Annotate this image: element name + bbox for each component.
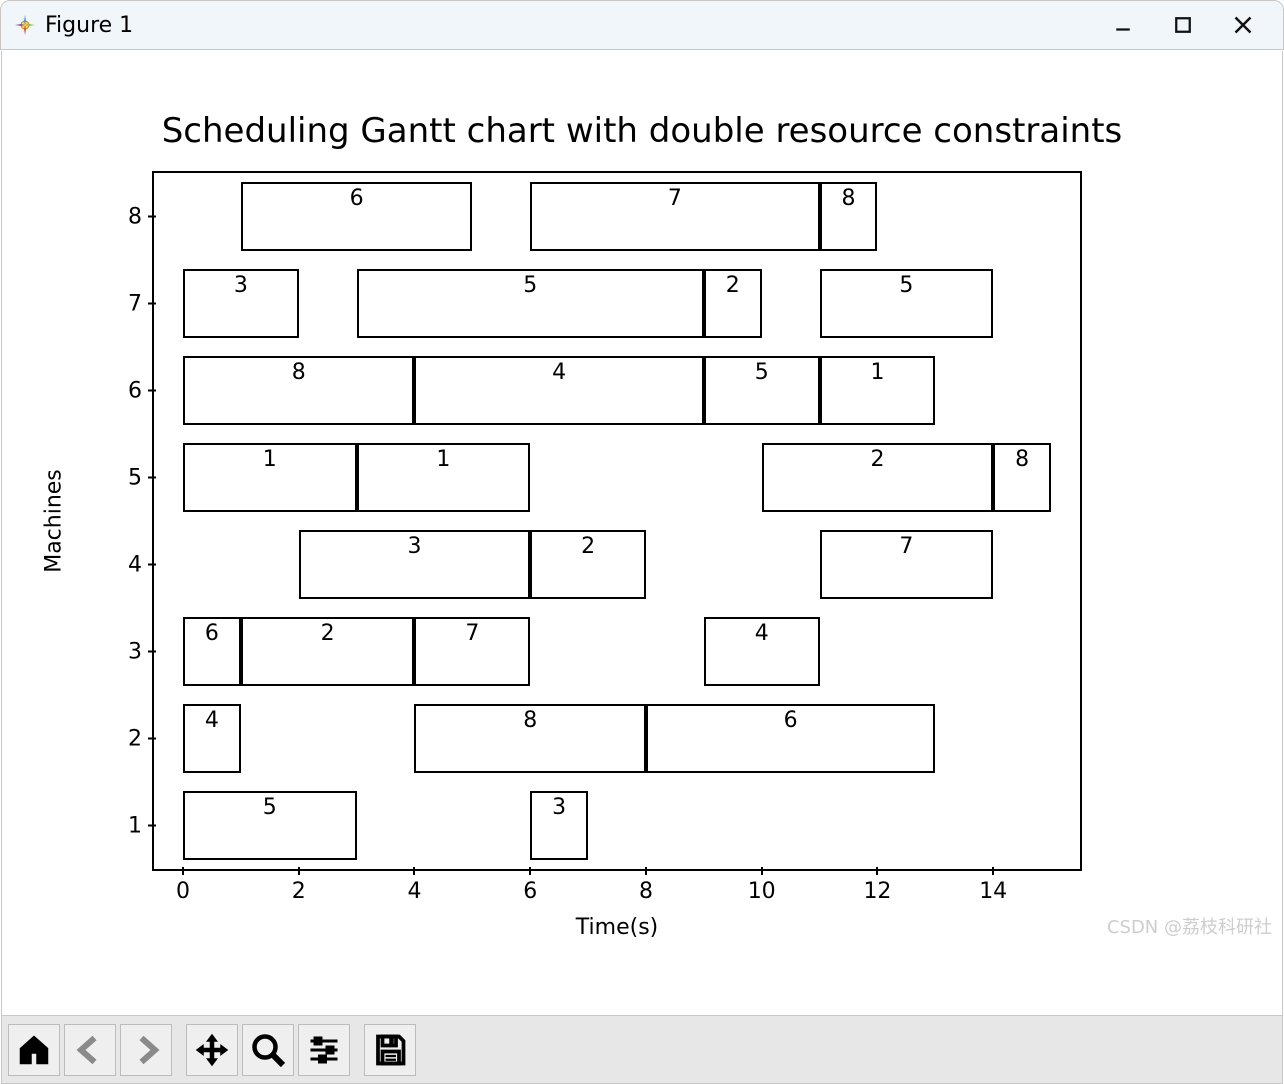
x-tick: 4 xyxy=(407,879,421,904)
y-tick: 7 xyxy=(128,291,154,316)
pan-button[interactable] xyxy=(186,1024,238,1076)
gantt-task-label: 4 xyxy=(552,360,566,385)
gantt-task: 8 xyxy=(414,704,646,774)
gantt-task-label: 3 xyxy=(407,534,421,559)
gantt-task: 1 xyxy=(183,443,357,513)
gantt-task: 1 xyxy=(820,356,936,426)
gantt-task: 4 xyxy=(414,356,703,426)
watermark: CSDN @荔枝科研社 xyxy=(1107,913,1272,939)
gantt-task-label: 1 xyxy=(870,360,884,385)
gantt-task: 7 xyxy=(530,182,819,252)
nav-toolbar xyxy=(1,1015,1283,1084)
gantt-task: 4 xyxy=(704,617,820,687)
x-tick: 0 xyxy=(176,879,190,904)
x-tick: 12 xyxy=(863,879,891,904)
y-tick: 4 xyxy=(128,552,154,577)
gantt-task-label: 2 xyxy=(321,621,335,646)
home-button[interactable] xyxy=(8,1024,60,1076)
gantt-task: 5 xyxy=(357,269,704,339)
gantt-task-label: 4 xyxy=(205,708,219,733)
y-tick: 5 xyxy=(128,465,154,490)
gantt-task: 8 xyxy=(993,443,1051,513)
gantt-task: 2 xyxy=(530,530,646,600)
gantt-task-label: 2 xyxy=(726,273,740,298)
y-tick: 3 xyxy=(128,639,154,664)
gantt-task-label: 2 xyxy=(581,534,595,559)
window-controls xyxy=(1093,1,1273,49)
gantt-task-label: 5 xyxy=(899,273,913,298)
x-tick: 2 xyxy=(292,879,306,904)
gantt-task: 2 xyxy=(762,443,994,513)
gantt-task-label: 3 xyxy=(234,273,248,298)
x-tick: 8 xyxy=(639,879,653,904)
y-tick: 2 xyxy=(128,726,154,751)
gantt-task: 3 xyxy=(530,791,588,861)
gantt-task: 6 xyxy=(646,704,935,774)
x-tick: 14 xyxy=(979,879,1007,904)
gantt-task: 8 xyxy=(183,356,415,426)
gantt-task: 5 xyxy=(704,356,820,426)
gantt-task: 7 xyxy=(820,530,994,600)
gantt-task-label: 8 xyxy=(292,360,306,385)
window-title: Figure 1 xyxy=(45,13,133,38)
figure-canvas[interactable]: Scheduling Gantt chart with double resou… xyxy=(1,51,1283,1015)
gantt-task: 3 xyxy=(183,269,299,339)
gantt-task: 6 xyxy=(183,617,241,687)
y-tick: 8 xyxy=(128,204,154,229)
back-button[interactable] xyxy=(64,1024,116,1076)
gantt-task-label: 1 xyxy=(436,447,450,472)
gantt-task-label: 2 xyxy=(870,447,884,472)
forward-button[interactable] xyxy=(120,1024,172,1076)
gantt-task: 1 xyxy=(357,443,531,513)
gantt-task: 2 xyxy=(704,269,762,339)
window-titlebar: Figure 1 xyxy=(0,0,1284,50)
gantt-task: 7 xyxy=(414,617,530,687)
minimize-button[interactable] xyxy=(1093,1,1153,49)
gantt-task-label: 8 xyxy=(523,708,537,733)
close-button[interactable] xyxy=(1213,1,1273,49)
y-tick: 1 xyxy=(128,813,154,838)
y-axis-label: Machines xyxy=(42,469,67,573)
gantt-task-label: 8 xyxy=(1015,447,1029,472)
configure-subplots-button[interactable] xyxy=(298,1024,350,1076)
zoom-button[interactable] xyxy=(242,1024,294,1076)
gantt-task: 3 xyxy=(299,530,531,600)
gantt-task-label: 5 xyxy=(755,360,769,385)
axes: Machines Time(s) 02468101214123456785348… xyxy=(152,171,1082,871)
gantt-task: 5 xyxy=(183,791,357,861)
gantt-task: 4 xyxy=(183,704,241,774)
gantt-task-label: 7 xyxy=(465,621,479,646)
gantt-task-label: 6 xyxy=(784,708,798,733)
gantt-task-label: 3 xyxy=(552,795,566,820)
gantt-task: 5 xyxy=(820,269,994,339)
gantt-task-label: 7 xyxy=(899,534,913,559)
gantt-task: 6 xyxy=(241,182,473,252)
gantt-task-label: 1 xyxy=(263,447,277,472)
x-tick: 6 xyxy=(523,879,537,904)
gantt-task-label: 6 xyxy=(205,621,219,646)
chart-title: Scheduling Gantt chart with double resou… xyxy=(2,111,1282,151)
x-tick: 10 xyxy=(748,879,776,904)
app-icon xyxy=(15,15,35,35)
gantt-task: 8 xyxy=(820,182,878,252)
gantt-task: 2 xyxy=(241,617,415,687)
maximize-button[interactable] xyxy=(1153,1,1213,49)
gantt-task-label: 5 xyxy=(263,795,277,820)
gantt-task-label: 4 xyxy=(755,621,769,646)
y-tick: 6 xyxy=(128,378,154,403)
gantt-task-label: 8 xyxy=(842,186,856,211)
gantt-task-label: 7 xyxy=(668,186,682,211)
save-button[interactable] xyxy=(364,1024,416,1076)
gantt-task-label: 5 xyxy=(523,273,537,298)
x-axis-label: Time(s) xyxy=(576,915,658,940)
gantt-task-label: 6 xyxy=(350,186,364,211)
